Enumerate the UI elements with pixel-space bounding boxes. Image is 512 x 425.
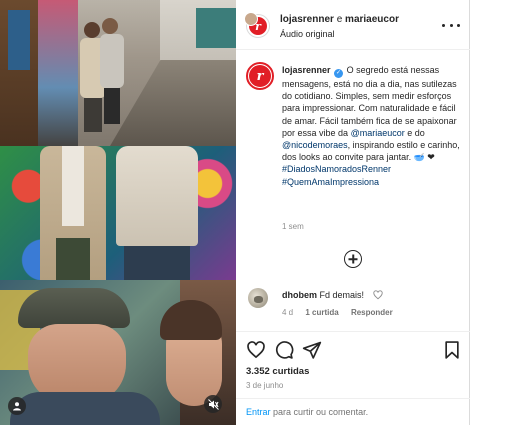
video-frame-mural [0, 146, 236, 280]
comment-meta: 4 d 1 curtida Responder [282, 308, 403, 317]
post-side-panel: r lojasrenner e mariaeucor Áudio origina… [236, 0, 470, 425]
video-frame-street [0, 0, 236, 146]
hashtag-link[interactable]: #QuemAmaImpressiona [282, 177, 379, 187]
mention-link[interactable]: @mariaeucor [351, 128, 405, 138]
caption-body-2: e do [407, 127, 425, 138]
post-authors: lojasrenner e mariaeucor [280, 14, 399, 25]
comment-item: dhobem Fd demais! 4 d 1 curtida Responde… [236, 288, 470, 322]
reply-button[interactable]: Responder [351, 308, 393, 317]
post-caption: r lojasrenner ✓ O segredo está nessas me… [236, 56, 470, 238]
login-prompt-text: para curtir ou comentar. [273, 407, 369, 417]
video-frame-closeup [0, 280, 236, 425]
caption-text: lojasrenner ✓ O segredo está nessas mens… [282, 64, 464, 188]
comment-likes[interactable]: 1 curtida [305, 308, 338, 317]
commenter-avatar[interactable] [248, 288, 268, 308]
share-icon[interactable] [302, 340, 322, 360]
post-date[interactable]: 3 de junho [246, 381, 283, 390]
caption-username[interactable]: lojasrenner [282, 65, 331, 75]
instagram-post: r lojasrenner e mariaeucor Áudio origina… [0, 0, 470, 425]
hashtag-link[interactable]: #DiadosNamoradosRenner [282, 164, 391, 174]
add-comment-icon[interactable] [344, 250, 362, 268]
commenter-username[interactable]: dhobem [282, 290, 317, 300]
comment-body: Fd demais! [319, 290, 365, 300]
coauthor-avatar[interactable] [244, 12, 258, 26]
post-header: r lojasrenner e mariaeucor Áudio origina… [236, 0, 470, 50]
comment-age[interactable]: 4 d [282, 308, 293, 317]
caption-author-avatar[interactable]: r [246, 62, 274, 90]
verified-badge-icon: ✓ [334, 69, 344, 78]
comment-heart-icon[interactable] [373, 290, 383, 300]
comment-text: dhobem Fd demais! [282, 290, 364, 300]
user-tag-icon[interactable] [8, 397, 26, 415]
bookmark-icon[interactable] [442, 340, 462, 360]
reel-video[interactable] [0, 0, 236, 425]
likes-count[interactable]: 3.352 curtidas [246, 366, 309, 377]
authors-conjunction: e [336, 14, 343, 25]
audio-source-link[interactable]: Áudio original [280, 29, 335, 39]
comment-icon[interactable] [274, 340, 294, 360]
login-prompt: Entrar para curtir ou comentar. [236, 398, 470, 425]
author-link[interactable]: lojasrenner [280, 14, 334, 25]
mention-link[interactable]: @nicodemoraes [282, 140, 348, 150]
caption-timestamp[interactable]: 1 sem [282, 222, 304, 231]
more-options-icon[interactable] [442, 18, 460, 32]
action-bar [236, 331, 470, 361]
brand-logo: r [249, 65, 271, 87]
coauthor-link[interactable]: mariaeucor [345, 14, 399, 25]
muted-audio-icon[interactable] [204, 395, 222, 413]
heart-icon[interactable] [246, 340, 266, 360]
login-link[interactable]: Entrar [246, 407, 271, 417]
